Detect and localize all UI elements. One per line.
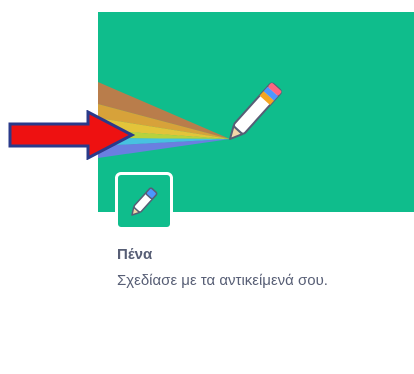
pen-icon — [115, 172, 173, 230]
extension-library-view: Πένα Σχεδίασε με τα αντικείμενά σου. — [0, 0, 414, 374]
extension-title: Πένα — [117, 246, 153, 263]
red-arrow-icon — [8, 110, 136, 160]
extension-description: Σχεδίασε με τα αντικείμενά σου. — [117, 272, 328, 289]
